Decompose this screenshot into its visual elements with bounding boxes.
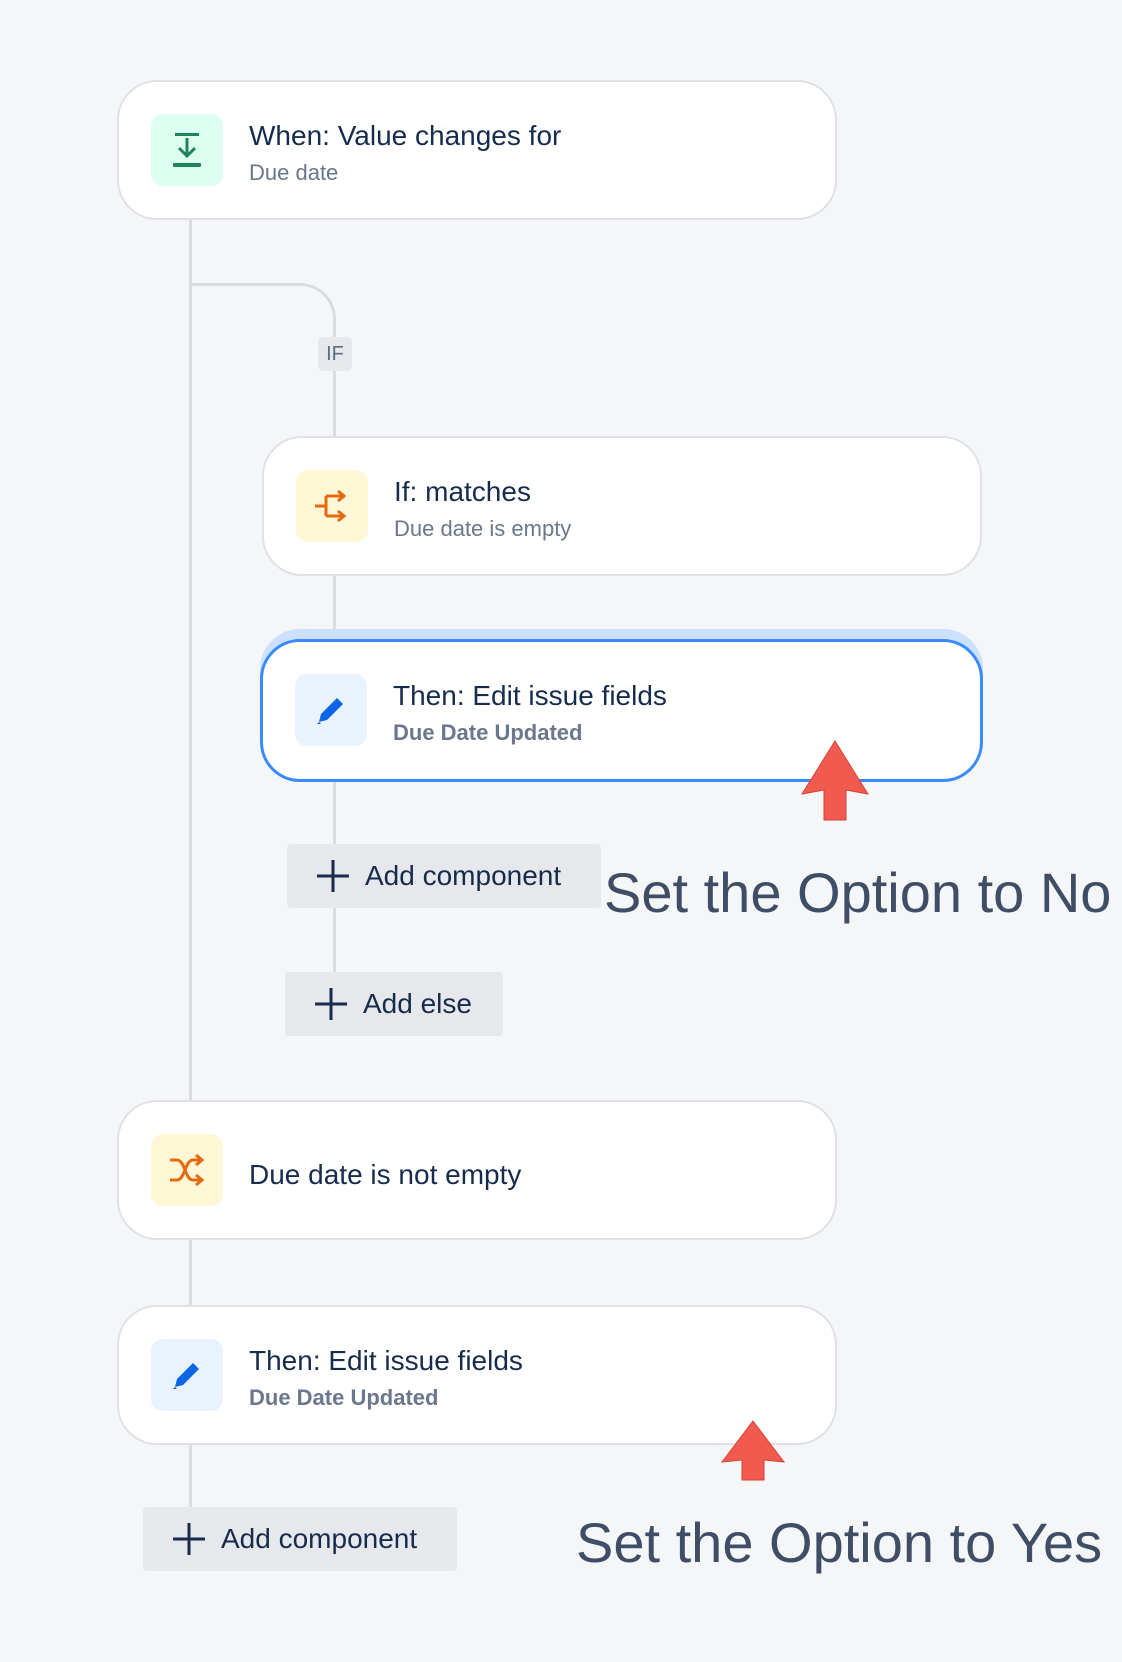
plus-icon <box>173 1523 205 1555</box>
pencil-icon <box>173 1363 199 1389</box>
add-else-button[interactable]: Add else <box>285 972 503 1036</box>
plus-icon <box>315 988 347 1020</box>
annotation-arrow-yes <box>720 1420 786 1481</box>
tail-connector-line <box>189 1443 192 1508</box>
trigger-title: When: Value changes for <box>249 120 562 151</box>
annotation-arrow-no <box>800 740 870 821</box>
if-action-subtitle: Due Date Updated <box>393 720 583 745</box>
if-condition-card[interactable]: If: matches Due date is empty <box>262 436 982 576</box>
if-action-title: Then: Edit issue fields <box>393 680 667 711</box>
download-arrow-icon <box>173 133 201 167</box>
add-component-outer-button[interactable]: Add component <box>143 1507 457 1571</box>
trigger-subtitle: Due date <box>249 160 339 185</box>
else-connector-line <box>189 1237 192 1307</box>
plus-icon <box>317 860 349 892</box>
annotation-yes-text: Set the Option to Yes <box>576 1511 1103 1574</box>
if-condition-title: If: matches <box>394 476 531 507</box>
pencil-icon <box>317 698 343 724</box>
else-condition-title: Due date is not empty <box>249 1159 522 1190</box>
else-condition-card[interactable]: Due date is not empty <box>117 1100 837 1240</box>
add-component-inner-button[interactable]: Add component <box>287 844 601 908</box>
else-action-subtitle: Due Date Updated <box>249 1385 439 1410</box>
if-branch-connector <box>190 283 336 323</box>
annotation-no-text: Set the Option to No <box>604 861 1112 924</box>
if-branch-tag: IF <box>318 337 352 371</box>
add-else-label: Add else <box>363 988 472 1019</box>
shuffle-icon <box>170 1153 205 1187</box>
branch-arrow-icon <box>315 489 347 523</box>
else-action-icon-box <box>151 1339 223 1411</box>
if-action-card[interactable]: Then: Edit issue fields Due Date Updated <box>260 639 983 782</box>
main-connector-line <box>189 218 192 1101</box>
trigger-icon-box <box>151 114 223 186</box>
else-condition-icon-box <box>151 1134 223 1206</box>
action-icon-box <box>295 674 367 746</box>
trigger-card[interactable]: When: Value changes for Due date <box>117 80 837 220</box>
if-condition-subtitle: Due date is empty <box>394 516 572 541</box>
add-component-outer-label: Add component <box>221 1523 418 1554</box>
else-action-title: Then: Edit issue fields <box>249 1345 523 1376</box>
condition-icon-box <box>296 470 368 542</box>
add-component-inner-label: Add component <box>365 860 562 891</box>
if-branch-line-top <box>333 320 336 338</box>
